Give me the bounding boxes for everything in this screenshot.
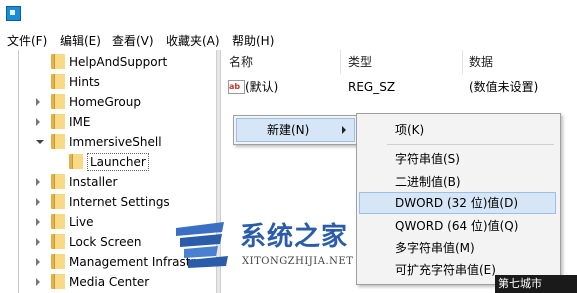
submenu-item-label: 可扩充字符串值(E) bbox=[395, 263, 496, 277]
folder-icon bbox=[50, 254, 65, 269]
tree-indent-line bbox=[18, 50, 19, 293]
tree-item[interactable]: HelpAndSupport bbox=[0, 52, 216, 72]
title-bar bbox=[0, 0, 577, 30]
submenu-item-qword[interactable]: QWORD (64 位)值(Q) bbox=[359, 215, 556, 237]
submenu-item-key[interactable]: 项(K) bbox=[359, 119, 556, 141]
folder-icon bbox=[68, 154, 83, 169]
submenu-item-label: QWORD (64 位)值(Q) bbox=[395, 219, 519, 233]
expand-arrow-icon[interactable] bbox=[36, 198, 40, 206]
new-submenu: 项(K) 字符串值(S) 二进制值(B) DWORD (32 位)值(D) QW… bbox=[356, 113, 561, 285]
tree-item[interactable]: HomeGroup bbox=[0, 92, 216, 112]
expand-arrow-icon[interactable] bbox=[36, 118, 40, 126]
expand-arrow-icon[interactable] bbox=[36, 278, 40, 286]
value-name: (默认) bbox=[245, 80, 279, 94]
folder-icon bbox=[50, 114, 65, 129]
menu-bar: 文件(F) 编辑(E) 查看(V) 收藏夹(A) 帮助(H) bbox=[0, 30, 577, 50]
tree-item[interactable]: ImmersiveShell bbox=[0, 132, 216, 152]
submenu-item-label: 字符串值(S) bbox=[395, 152, 460, 166]
folder-icon bbox=[50, 194, 65, 209]
column-separator[interactable] bbox=[462, 50, 463, 74]
submenu-item-label: DWORD (32 位)值(D) bbox=[395, 196, 518, 210]
tree-item[interactable]: IME bbox=[0, 112, 216, 132]
value-row-default[interactable]: ab (默认) REG_SZ (数值未设置) bbox=[221, 77, 577, 97]
value-type: REG_SZ bbox=[348, 80, 396, 94]
watermark: 系统之家 XITONGZHIJIA.NET bbox=[170, 218, 380, 278]
submenu-item-multi-string[interactable]: 多字符串值(M) bbox=[359, 237, 556, 259]
tree-item-label: HelpAndSupport bbox=[69, 55, 168, 69]
tree-item[interactable]: Launcher bbox=[0, 152, 216, 172]
submenu-item-label: 多字符串值(M) bbox=[395, 241, 475, 255]
submenu-item-dword[interactable]: DWORD (32 位)值(D) bbox=[359, 192, 556, 214]
collapse-arrow-icon[interactable] bbox=[36, 140, 44, 144]
menu-favorites[interactable]: 收藏夹(A) bbox=[166, 33, 220, 49]
menu-view[interactable]: 查看(V) bbox=[112, 33, 154, 49]
expand-arrow-icon[interactable] bbox=[36, 218, 40, 226]
column-header-data[interactable]: 数据 bbox=[469, 54, 493, 70]
menu-file[interactable]: 文件(F) bbox=[7, 33, 47, 49]
tree-item-label: ImmersiveShell bbox=[69, 135, 162, 149]
tree-item-label: Lock Screen bbox=[69, 235, 142, 249]
tree-item-label: Launcher bbox=[87, 153, 149, 171]
submenu-item-label: 项(K) bbox=[395, 123, 425, 137]
menu-help[interactable]: 帮助(H) bbox=[232, 33, 274, 49]
expand-arrow-icon[interactable] bbox=[36, 98, 40, 106]
submenu-item-binary[interactable]: 二进制值(B) bbox=[359, 171, 556, 193]
tree-item-label: Live bbox=[69, 215, 94, 229]
column-separator[interactable] bbox=[340, 50, 341, 74]
expand-arrow-icon[interactable] bbox=[36, 258, 40, 266]
watermark-logo-icon bbox=[176, 222, 228, 268]
submenu-item-string[interactable]: 字符串值(S) bbox=[359, 148, 556, 170]
folder-icon bbox=[50, 94, 65, 109]
folder-icon bbox=[50, 74, 65, 89]
value-data: (数值未设置) bbox=[469, 80, 539, 94]
folder-icon bbox=[50, 174, 65, 189]
submenu-arrow-icon bbox=[342, 126, 346, 134]
tree-item[interactable]: Installer bbox=[0, 172, 216, 192]
tree-item[interactable]: Hints bbox=[0, 72, 216, 92]
tree-item-label: Hints bbox=[69, 75, 100, 89]
folder-icon bbox=[50, 214, 65, 229]
folder-icon bbox=[50, 134, 65, 149]
tree-item-label: Installer bbox=[69, 175, 118, 189]
folder-icon bbox=[50, 234, 65, 249]
string-value-icon: ab bbox=[228, 80, 245, 94]
tree-item-label: IME bbox=[69, 115, 91, 129]
context-menu-new[interactable]: 新建(N) bbox=[236, 118, 355, 142]
corner-watermark: 第七城市 bbox=[495, 275, 577, 293]
menu-edit[interactable]: 编辑(E) bbox=[60, 33, 101, 49]
menu-separator bbox=[387, 144, 554, 145]
registry-editor-icon bbox=[6, 6, 21, 21]
folder-icon bbox=[50, 274, 65, 289]
tree-item-label: Internet Settings bbox=[69, 195, 170, 209]
watermark-title: 系统之家 bbox=[240, 222, 349, 252]
tree-item-label: Media Center bbox=[69, 275, 150, 289]
column-header-name[interactable]: 名称 bbox=[229, 54, 253, 70]
tree-item[interactable]: Internet Settings bbox=[0, 192, 216, 212]
expand-arrow-icon[interactable] bbox=[36, 178, 40, 186]
column-header-type[interactable]: 类型 bbox=[348, 54, 372, 70]
context-menu: 新建(N) bbox=[233, 115, 358, 145]
folder-icon bbox=[50, 54, 65, 69]
submenu-item-label: 二进制值(B) bbox=[395, 175, 461, 189]
expand-arrow-icon[interactable] bbox=[36, 238, 40, 246]
context-menu-new-label: 新建(N) bbox=[267, 123, 310, 137]
watermark-subtitle: XITONGZHIJIA.NET bbox=[242, 256, 354, 267]
tree-item-label: HomeGroup bbox=[69, 95, 141, 109]
